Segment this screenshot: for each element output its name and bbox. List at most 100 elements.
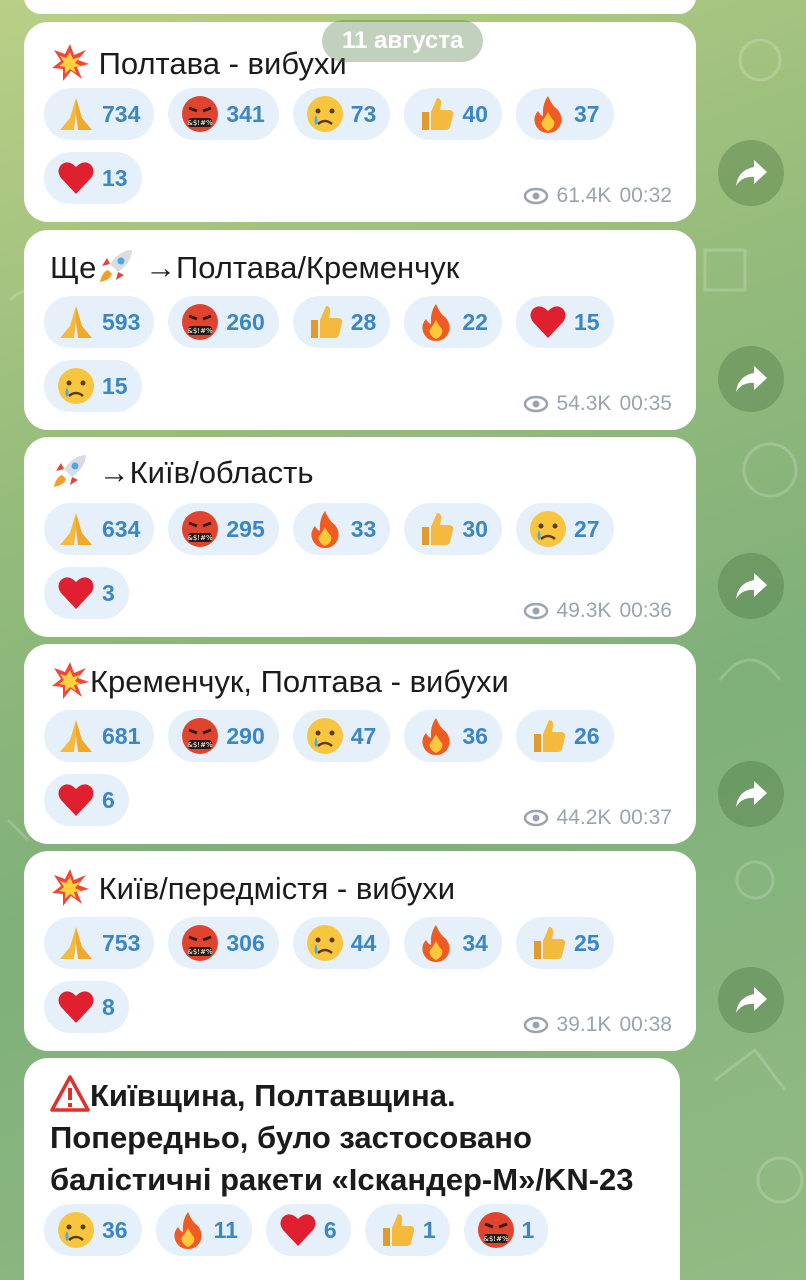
reaction-heart[interactable]: 3 <box>44 567 129 619</box>
thumbs-up-icon <box>526 921 570 965</box>
reaction-thumbs[interactable]: 28 <box>292 296 391 348</box>
reaction-thumbs[interactable]: 30 <box>404 503 502 555</box>
reaction-angry[interactable]: &$!#% 295 <box>168 503 279 555</box>
warning-icon <box>50 1074 90 1114</box>
reaction-heart[interactable]: 6 <box>265 1204 351 1256</box>
reaction-fire[interactable]: 37 <box>515 88 614 140</box>
message-bubble: Ще →Полтава/Кременчук 593 &$!#% 260 28 22… <box>24 230 696 430</box>
date-chip: 11 августа <box>322 20 484 62</box>
reaction-thumbs[interactable]: 40 <box>404 88 502 140</box>
forward-button[interactable] <box>718 140 784 206</box>
reaction-pray[interactable]: 634 <box>44 503 155 555</box>
heart-icon <box>276 1208 320 1252</box>
forward-button[interactable] <box>718 553 784 619</box>
reactions-row: 13 <box>44 152 142 204</box>
thumbs-up-icon <box>414 92 458 136</box>
reaction-cry[interactable]: 44 <box>292 917 391 969</box>
reaction-thumbs[interactable]: 1 <box>364 1204 450 1256</box>
heart-icon <box>54 985 98 1029</box>
views-count: 44.2K <box>556 806 612 829</box>
reaction-fire[interactable]: 22 <box>404 296 502 348</box>
rocket-icon <box>96 246 136 286</box>
reaction-thumbs[interactable]: 26 <box>515 710 614 762</box>
reactions-row: 734 &$!#% 341 73 40 37 <box>44 88 614 140</box>
forward-button[interactable] <box>718 761 784 827</box>
reaction-angry[interactable]: &$!#% 306 <box>168 917 279 969</box>
reaction-heart[interactable]: 8 <box>44 981 129 1033</box>
rocket-icon <box>50 451 90 491</box>
views-count: 39.1K <box>556 1013 612 1036</box>
svg-text:&$!#%: &$!#% <box>188 948 214 956</box>
cry-icon <box>303 714 347 758</box>
angry-icon: &$!#% <box>178 92 222 136</box>
views-count: 49.3K <box>556 599 612 622</box>
reaction-pray[interactable]: 681 <box>44 710 155 762</box>
message-text: Ще →Полтава/Кременчук <box>50 246 676 288</box>
reaction-thumbs[interactable]: 25 <box>515 917 614 969</box>
message-meta: 61.4K 00:32 <box>523 184 672 208</box>
forward-button[interactable] <box>718 967 784 1033</box>
views-eye-icon <box>523 1016 548 1034</box>
reaction-fire[interactable]: 11 <box>155 1204 252 1256</box>
message-time: 00:32 <box>619 184 672 207</box>
cry-icon <box>526 507 570 551</box>
angry-icon: &$!#% <box>474 1208 518 1252</box>
reaction-angry[interactable]: &$!#% 1 <box>463 1204 549 1256</box>
reaction-fire[interactable]: 34 <box>404 917 502 969</box>
reaction-cry[interactable]: 15 <box>44 360 142 412</box>
reaction-heart[interactable]: 15 <box>515 296 614 348</box>
heart-icon <box>54 778 98 822</box>
heart-icon <box>54 156 98 200</box>
reaction-cry[interactable]: 47 <box>292 710 391 762</box>
explosion-icon <box>50 660 90 700</box>
reaction-fire[interactable]: 36 <box>404 710 502 762</box>
message-text: Київщина, Полтавщина. Попередньо, було з… <box>50 1074 660 1201</box>
reactions-row: 3 <box>44 567 129 619</box>
reaction-cry[interactable]: 27 <box>515 503 614 555</box>
reaction-angry[interactable]: &$!#% 290 <box>168 710 279 762</box>
reactions-row: 634 &$!#% 295 33 30 27 <box>44 503 614 555</box>
reactions-row: 15 <box>44 360 142 412</box>
message-time: 00:37 <box>619 806 672 829</box>
svg-text:&$!#%: &$!#% <box>188 741 214 749</box>
message-text: Київ/передмістя - вибухи <box>50 867 676 909</box>
reaction-pray[interactable]: 734 <box>44 88 155 140</box>
reaction-angry[interactable]: &$!#% 260 <box>168 296 279 348</box>
angry-icon: &$!#% <box>178 300 222 344</box>
cry-icon <box>303 921 347 965</box>
views-eye-icon <box>523 809 548 827</box>
views-eye-icon <box>523 187 548 205</box>
reactions-row: 681 &$!#% 290 47 36 26 <box>44 710 614 762</box>
reaction-heart[interactable]: 6 <box>44 774 129 826</box>
forward-button[interactable] <box>718 346 784 412</box>
reaction-pray[interactable]: 593 <box>44 296 155 348</box>
share-arrow-icon <box>736 160 767 186</box>
reaction-heart[interactable]: 13 <box>44 152 142 204</box>
reaction-angry[interactable]: &$!#% 341 <box>168 88 279 140</box>
cry-icon <box>54 1208 98 1252</box>
message-time: 00:36 <box>619 599 672 622</box>
reactions-row: 36 11 6 1 &$!#% 1 <box>44 1204 549 1256</box>
thumbs-up-icon <box>526 714 570 758</box>
reaction-cry[interactable]: 73 <box>292 88 391 140</box>
heart-icon <box>54 571 98 615</box>
reaction-fire[interactable]: 33 <box>292 503 391 555</box>
svg-text:&$!#%: &$!#% <box>188 119 214 127</box>
message-time: 00:35 <box>619 392 672 415</box>
reaction-pray[interactable]: 753 <box>44 917 155 969</box>
fire-icon <box>414 714 458 758</box>
message-text: Кременчук, Полтава - вибухи <box>50 660 676 702</box>
pray-icon <box>54 921 98 965</box>
reactions-row: 753 &$!#% 306 44 34 25 <box>44 917 614 969</box>
message-time: 00:38 <box>619 1013 672 1036</box>
message-bubble: →Київ/область 634 &$!#% 295 33 30 27 3 49… <box>24 437 696 637</box>
reactions-row: 593 &$!#% 260 28 22 15 <box>44 296 614 348</box>
fire-icon <box>414 300 458 344</box>
reactions-row: 6 <box>44 774 129 826</box>
fire-icon <box>303 507 347 551</box>
heart-icon <box>526 300 570 344</box>
share-arrow-icon <box>736 366 767 392</box>
message-meta: 49.3K 00:36 <box>523 599 672 623</box>
reaction-cry[interactable]: 36 <box>44 1204 142 1256</box>
share-arrow-icon <box>736 573 767 599</box>
